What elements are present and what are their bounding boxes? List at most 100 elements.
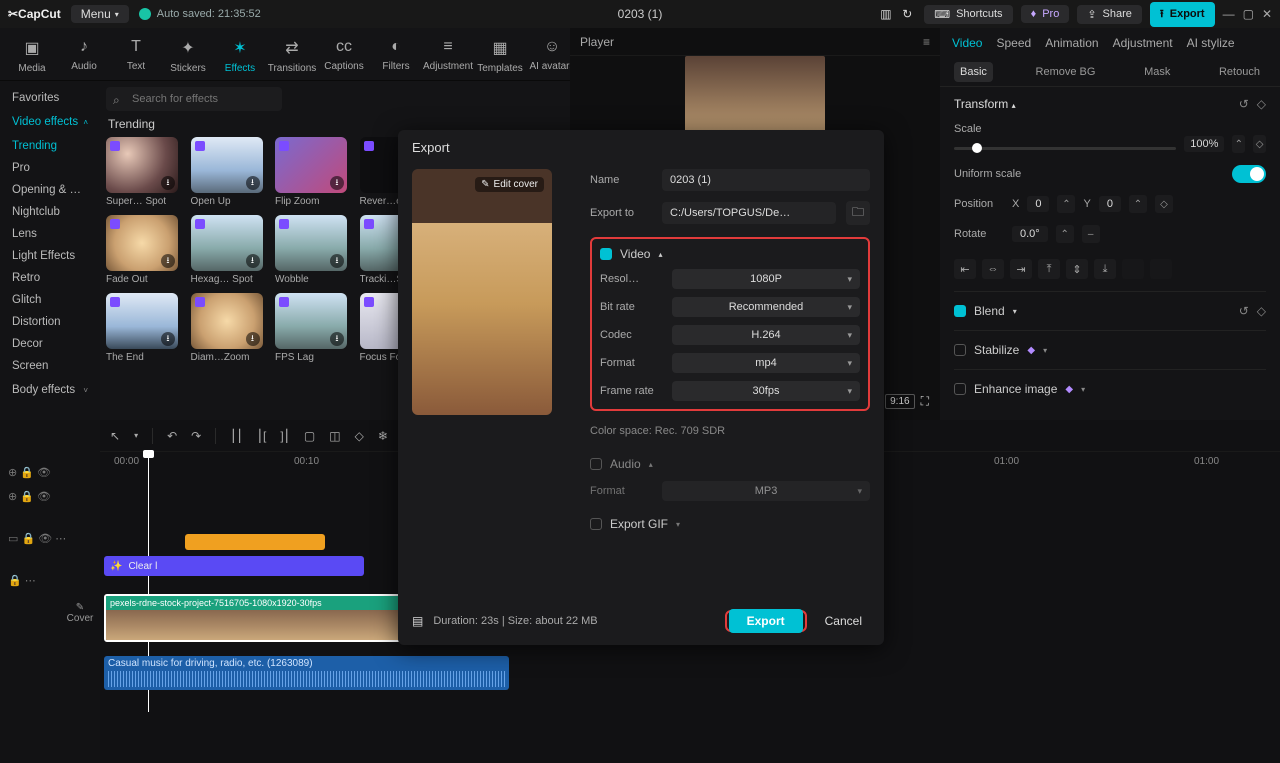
tooltab-text[interactable]: TText (110, 34, 162, 80)
shortcuts-button[interactable]: ⌨ Shortcuts (924, 5, 1012, 24)
cat-item[interactable]: Decor (4, 333, 96, 355)
prop-subtab[interactable]: Remove BG (1030, 62, 1102, 82)
track-controls-2[interactable]: ⊕ 🔒 👁 (0, 484, 100, 508)
prop-subtab[interactable]: Basic (954, 62, 993, 82)
cat-item[interactable]: Nightclub (4, 201, 96, 223)
rotate-reset-icon[interactable]: – (1082, 225, 1100, 243)
position-keyframe-icon[interactable]: ◇ (1155, 195, 1173, 213)
layout-icon[interactable]: ▥ (880, 7, 894, 21)
effect-thumb[interactable]: ⭳Fade Out (106, 215, 178, 285)
align-center-h-icon[interactable]: ⇔ (982, 259, 1004, 279)
minimize-icon[interactable]: — (1223, 7, 1235, 21)
tooltab-filters[interactable]: ◐Filters (370, 34, 422, 80)
position-x-input[interactable]: 0 (1027, 196, 1049, 212)
edit-cover-button[interactable]: ✎ Edit cover (475, 177, 544, 192)
prop-tab[interactable]: Video (952, 36, 982, 50)
delete-icon[interactable]: ▢ (304, 429, 315, 443)
framerate-select[interactable]: 30fps▾ (672, 381, 860, 401)
align-left-icon[interactable]: ⇤ (954, 259, 976, 279)
freeze-icon[interactable]: ❄ (378, 429, 388, 443)
pointer-icon[interactable]: ↖ (110, 429, 120, 443)
prop-tab[interactable]: Adjustment (1113, 36, 1173, 50)
track-controls-1[interactable]: ⊕ 🔒 👁 (0, 460, 100, 484)
effect-thumb[interactable]: ⭳Wobble (275, 215, 347, 285)
player-menu-icon[interactable]: ≡ (923, 35, 930, 49)
tooltab-media[interactable]: ▣Media (6, 34, 58, 80)
cat-item[interactable]: Trending (4, 135, 96, 157)
gif-checkbox[interactable] (590, 518, 602, 530)
align-bottom-icon[interactable]: ⤓ (1094, 259, 1116, 279)
redo-icon[interactable]: ↷ (191, 429, 201, 443)
pro-button[interactable]: ♦ Pro (1021, 5, 1070, 23)
align-top-icon[interactable]: ⤒ (1038, 259, 1060, 279)
prop-subtab[interactable]: Mask (1138, 62, 1176, 82)
format-select[interactable]: mp4▾ (672, 353, 860, 373)
resolution-select[interactable]: 1080P▾ (672, 269, 860, 289)
cat-item[interactable]: Opening & Clos… (4, 179, 96, 201)
adjustment-clip[interactable]: ✨ Clear l (104, 556, 364, 576)
tooltab-adjustment[interactable]: ≡Adjustment (422, 34, 474, 80)
cat-body-effects[interactable]: Body effects˅ (4, 379, 96, 401)
scale-slider[interactable] (954, 147, 1176, 150)
position-y-input[interactable]: 0 (1099, 196, 1121, 212)
transform-header[interactable]: Transform ▴ (954, 97, 1016, 111)
tooltab-transitions[interactable]: ⇄Transitions (266, 34, 318, 80)
undo-icon[interactable]: ↶ (167, 429, 177, 443)
close-icon[interactable]: ✕ (1262, 7, 1272, 21)
folder-icon[interactable]: 🗀 (846, 201, 870, 225)
export-button-top[interactable]: ⭱ Export (1150, 2, 1215, 27)
audio-clip[interactable]: Casual music for driving, radio, etc. (1… (104, 656, 509, 690)
enhance-checkbox[interactable] (954, 383, 966, 395)
uniform-scale-toggle[interactable] (1232, 165, 1266, 183)
scale-keyframe-icon[interactable]: ◇ (1253, 135, 1266, 153)
rotate-input[interactable]: 0.0° (1012, 226, 1048, 242)
cat-item[interactable]: Lens (4, 223, 96, 245)
tooltab-captions[interactable]: ccCaptions (318, 34, 370, 80)
effect-thumb[interactable]: ⭳Open Up (191, 137, 263, 207)
effect-thumb[interactable]: ⭳Hexag… Spot (191, 215, 263, 285)
prop-tab[interactable]: AI stylize (1187, 36, 1235, 50)
effect-clip[interactable] (185, 534, 325, 550)
split-right-icon[interactable]: ]⎮ (280, 429, 290, 443)
tooltab-templates[interactable]: ▦Templates (474, 34, 526, 80)
search-input[interactable] (106, 87, 282, 111)
effect-thumb[interactable]: ⭳Diam…Zoom (191, 293, 263, 363)
prop-tab[interactable]: Speed (996, 36, 1031, 50)
export-name-input[interactable]: 0203 (1) (662, 169, 870, 191)
menu-button[interactable]: Menu▾ (71, 5, 129, 23)
track-controls-3[interactable]: ▭ 🔒 👁 ⋯ (0, 526, 100, 550)
effect-thumb[interactable]: ⭳Super… Spot (106, 137, 178, 207)
audio-checkbox[interactable] (590, 458, 602, 470)
track-controls-4[interactable]: 🔒 ⋯ (0, 568, 100, 592)
crop-icon[interactable]: ◫ (329, 429, 340, 443)
scale-stepper-icon[interactable]: ⌃ (1232, 135, 1245, 153)
split-icon[interactable]: ⎮⎮ (230, 429, 243, 443)
effect-thumb[interactable]: ⭳The End (106, 293, 178, 363)
tooltab-stickers[interactable]: ✦Stickers (162, 34, 214, 80)
export-confirm-button[interactable]: Export (729, 609, 803, 633)
cat-item[interactable]: Glitch (4, 289, 96, 311)
effect-thumb[interactable]: ⭳Flip Zoom (275, 137, 347, 207)
split-left-icon[interactable]: ⎮[ (257, 429, 267, 443)
prop-subtab[interactable]: Retouch (1213, 62, 1266, 82)
blend-checkbox[interactable] (954, 305, 966, 317)
align-right-icon[interactable]: ⇥ (1010, 259, 1032, 279)
cat-video-effects[interactable]: Video effects˄ (4, 111, 96, 133)
share-button[interactable]: ⇪ Share (1077, 5, 1142, 24)
fullscreen-icon[interactable]: ⛶ (921, 394, 929, 409)
marker-icon[interactable]: ◇ (355, 429, 364, 443)
keyframe-icon[interactable]: ◇ (1257, 97, 1266, 111)
export-path-input[interactable]: C:/Users/TOPGUS/De… (662, 202, 836, 224)
cat-item[interactable]: Screen (4, 355, 96, 377)
effect-thumb[interactable]: ⭳FPS Lag (275, 293, 347, 363)
tooltab-effects[interactable]: ✶Effects (214, 34, 266, 80)
cat-item[interactable]: Distortion (4, 311, 96, 333)
prop-tab[interactable]: Animation (1045, 36, 1098, 50)
cat-item[interactable]: Retro (4, 267, 96, 289)
cat-item[interactable]: Pro (4, 157, 96, 179)
bitrate-select[interactable]: Recommended▾ (672, 297, 860, 317)
aspect-ratio[interactable]: 9:16 (885, 394, 914, 409)
cat-item[interactable]: Light Effects (4, 245, 96, 267)
scale-value[interactable]: 100% (1184, 136, 1224, 152)
reset-icon[interactable]: ↺ (1239, 97, 1249, 111)
